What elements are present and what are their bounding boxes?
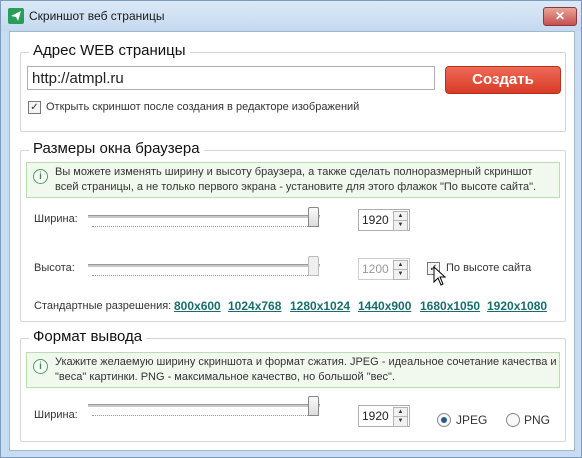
paper-plane-icon	[8, 8, 24, 24]
format-info-line2: "веса" картинки. PNG - максимальное каче…	[55, 371, 395, 383]
title-bar[interactable]: Скриншот веб страницы ✕	[1, 1, 581, 31]
width-slider-ticks	[92, 222, 316, 227]
output-width-label: Ширина:	[34, 409, 78, 421]
format-info-text: Укажите желаемую ширину скриншота и форм…	[55, 355, 557, 385]
spin-down-icon[interactable]: ▼	[393, 416, 408, 427]
output-width-spinner[interactable]: 1920 ▲ ▼	[358, 405, 410, 427]
height-label: Высота:	[34, 262, 75, 274]
format-info-box: i Укажите желаемую ширину скриншота и фо…	[26, 352, 560, 388]
browser-info-text: Вы можете изменять ширину и высоту брауз…	[55, 165, 536, 195]
create-button[interactable]: Создать	[445, 66, 561, 94]
resolution-link-1680x1050[interactable]: 1680x1050	[420, 299, 480, 313]
resolution-link-1024x768[interactable]: 1024x768	[228, 299, 281, 313]
window-title: Скриншот веб страницы	[29, 9, 165, 23]
height-slider-ticks	[92, 271, 316, 276]
height-spinner[interactable]: 1200 ▲ ▼	[358, 258, 410, 280]
info-icon: i	[33, 169, 48, 184]
spin-down-icon[interactable]: ▼	[393, 269, 408, 280]
output-width-slider-thumb[interactable]	[308, 396, 319, 416]
open-in-editor-label: Открыть скриншот после создания в редакт…	[46, 101, 360, 113]
width-value: 1920	[362, 213, 389, 227]
screenshot-window: Скриншот веб страницы ✕ Адрес WEB страни…	[0, 0, 582, 458]
resolution-link-1440x900[interactable]: 1440x900	[358, 299, 411, 313]
width-spinner[interactable]: 1920 ▲ ▼	[358, 209, 410, 231]
resolution-link-1920x1080[interactable]: 1920x1080	[487, 299, 547, 313]
png-radio[interactable]	[506, 413, 520, 427]
standard-resolutions-label: Стандартные разрешения:	[34, 300, 172, 312]
close-button[interactable]: ✕	[543, 7, 577, 26]
height-slider-thumb[interactable]	[308, 256, 319, 276]
fit-height-label: По высоте сайта	[446, 262, 532, 274]
width-label: Ширина:	[34, 213, 78, 225]
output-width-slider-track[interactable]	[88, 404, 320, 407]
width-slider-track[interactable]	[88, 215, 320, 218]
browser-info-line1: Вы можете изменять ширину и высоту брауз…	[55, 166, 533, 178]
info-icon: i	[33, 359, 48, 374]
spin-down-icon[interactable]: ▼	[393, 220, 408, 231]
url-group-title: Адрес WEB страницы	[29, 42, 190, 59]
browser-info-line2: всей страницы, а не только первого экран…	[55, 181, 537, 193]
height-slider-track[interactable]	[88, 264, 320, 267]
output-width-value: 1920	[362, 409, 389, 423]
output-format-group-title: Формат вывода	[29, 328, 147, 345]
output-width-slider-ticks	[92, 411, 316, 416]
radio-selected-dot	[441, 417, 447, 423]
resolution-link-1280x1024[interactable]: 1280x1024	[290, 299, 350, 313]
url-input[interactable]: http://atmpl.ru	[27, 66, 435, 90]
browser-size-group-title: Размеры окна браузера	[29, 140, 204, 157]
jpeg-label: JPEG	[456, 413, 488, 427]
width-slider-thumb[interactable]	[308, 207, 319, 227]
format-info-line1: Укажите желаемую ширину скриншота и форм…	[55, 356, 557, 368]
resolution-link-800x600[interactable]: 800x600	[174, 299, 221, 313]
client-area: Адрес WEB страницы http://atmpl.ru Созда…	[9, 31, 575, 451]
png-label: PNG	[524, 413, 551, 427]
jpeg-radio[interactable]	[437, 413, 451, 427]
open-in-editor-checkbox[interactable]: ✓	[28, 101, 41, 114]
browser-info-box: i Вы можете изменять ширину и высоту бра…	[26, 162, 560, 198]
height-value: 1200	[362, 262, 389, 276]
mouse-cursor-icon	[433, 266, 446, 286]
